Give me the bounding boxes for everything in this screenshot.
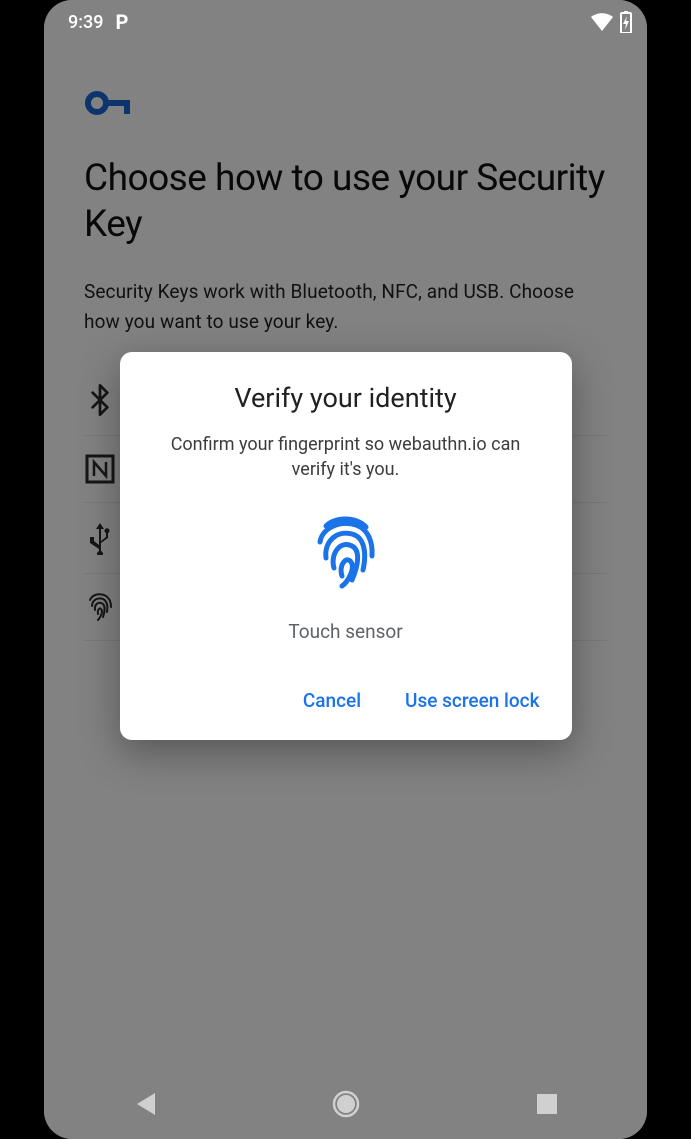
battery-charging-icon	[619, 11, 633, 33]
navigation-bar	[44, 1069, 647, 1139]
recents-button[interactable]	[502, 1093, 592, 1115]
dialog-title: Verify your identity	[146, 382, 546, 414]
cancel-button[interactable]: Cancel	[299, 681, 365, 720]
use-screen-lock-button[interactable]: Use screen lock	[401, 681, 543, 720]
back-button[interactable]	[100, 1091, 190, 1117]
dialog-body: Confirm your fingerprint so webauthn.io …	[146, 432, 546, 482]
wifi-icon	[591, 13, 613, 31]
screen: Choose how to use your Security Key Secu…	[44, 0, 647, 1139]
dialog-actions: Cancel Use screen lock	[146, 681, 546, 720]
touch-sensor-text: Touch sensor	[146, 620, 546, 643]
status-bar: 9:39 P	[44, 0, 647, 44]
fingerprint-icon	[146, 512, 546, 590]
android-p-icon: P	[115, 10, 128, 34]
status-time: 9:39	[68, 12, 103, 33]
home-button[interactable]	[301, 1089, 391, 1119]
verify-identity-dialog: Verify your identity Confirm your finger…	[120, 352, 572, 740]
device-frame: Choose how to use your Security Key Secu…	[0, 0, 691, 1139]
